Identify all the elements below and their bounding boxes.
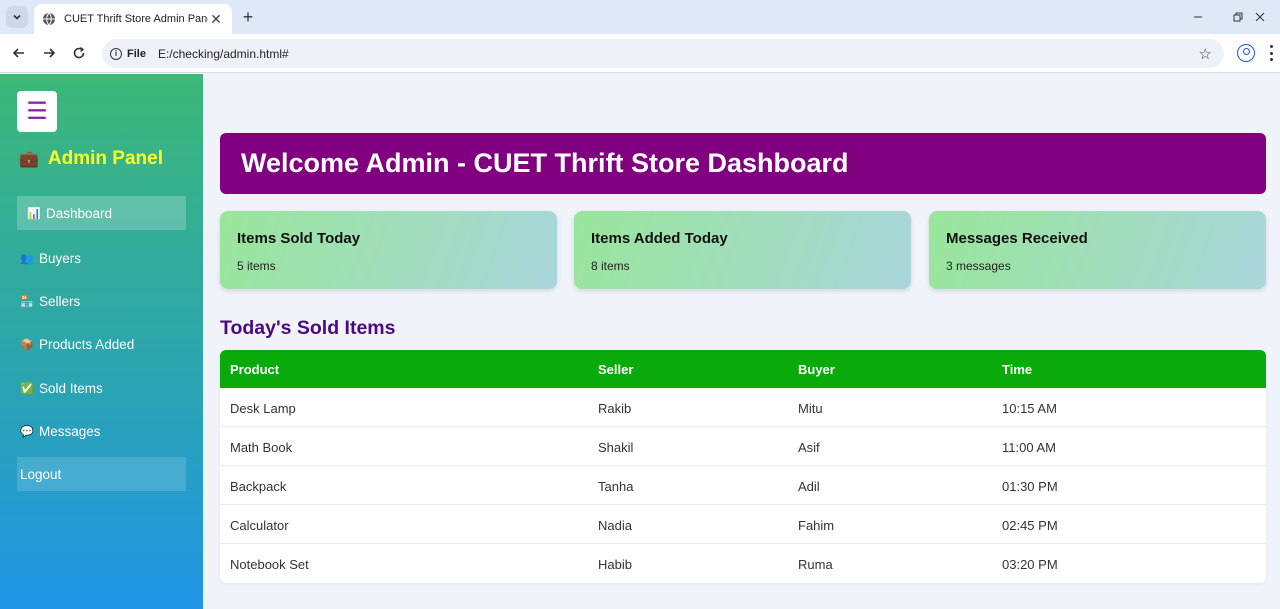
table-row: Notebook Set Habib Ruma 03:20 PM	[220, 544, 1266, 583]
cell-seller: Tanha	[598, 479, 634, 494]
table-header: Product Seller Buyer Time	[220, 350, 1266, 388]
sidebar-item-label: Buyers	[39, 250, 82, 266]
forward-button[interactable]	[38, 42, 60, 64]
cell-time: 02:45 PM	[1002, 518, 1058, 533]
info-icon[interactable]: i	[110, 47, 122, 60]
cell-product: Notebook Set	[230, 557, 309, 572]
stat-card-items-added: Items Added Today 8 items	[574, 211, 911, 289]
cell-buyer: Ruma	[798, 557, 833, 572]
column-header-time: Time	[1002, 362, 1033, 377]
column-header-buyer: Buyer	[798, 362, 835, 377]
brand-title: Admin Panel	[47, 148, 163, 169]
address-bar[interactable]: i File E:/checking/admin.html# ☆	[102, 39, 1224, 68]
chart-icon: 📊	[27, 207, 41, 220]
back-button[interactable]	[8, 42, 30, 64]
sidebar-item-sellers[interactable]: 🏪 Sellers	[17, 284, 186, 318]
sold-items-table: Product Seller Buyer Time Desk Lamp Raki…	[220, 350, 1266, 583]
welcome-banner: Welcome Admin - CUET Thrift Store Dashbo…	[220, 133, 1266, 194]
cell-time: 03:20 PM	[1002, 557, 1058, 572]
table-row: Backpack Tanha Adil 01:30 PM	[220, 466, 1266, 505]
sidebar-item-messages[interactable]: 💬 Messages	[17, 414, 186, 448]
sidebar-item-label: Products Added	[39, 336, 135, 352]
users-icon: 👥	[20, 252, 34, 265]
card-title: Messages Received	[946, 230, 1088, 247]
card-title: Items Sold Today	[237, 230, 361, 247]
sidebar-item-label: Sold Items	[39, 380, 103, 396]
card-title: Items Added Today	[591, 230, 728, 247]
cell-product: Backpack	[230, 479, 287, 494]
cell-product: Desk Lamp	[230, 401, 296, 416]
cell-seller: Nadia	[598, 518, 632, 533]
card-value: 5 items	[237, 259, 276, 273]
sidebar-item-label: Logout	[20, 466, 62, 482]
minimize-icon	[1194, 16, 1202, 18]
section-title: Today's Sold Items	[220, 317, 396, 339]
speech-bubble-icon: 💬	[20, 425, 34, 438]
browser-toolbar: i File E:/checking/admin.html# ☆	[0, 34, 1280, 73]
sidebar: ☰ 💼 Admin Panel 📊 Dashboard 👥 Buyers 🏪 S…	[0, 74, 203, 609]
card-value: 8 items	[591, 259, 630, 273]
close-icon	[1255, 12, 1265, 22]
column-header-seller: Seller	[598, 362, 634, 377]
globe-icon	[43, 12, 55, 26]
cell-seller: Habib	[598, 557, 632, 572]
sidebar-item-label: Sellers	[39, 293, 81, 309]
reload-icon	[73, 46, 85, 59]
store-icon: 🏪	[20, 295, 34, 308]
table-row: Desk Lamp Rakib Mitu 10:15 AM	[220, 388, 1266, 427]
sidebar-item-logout[interactable]: Logout	[17, 457, 186, 491]
stat-card-items-sold: Items Sold Today 5 items	[220, 211, 557, 289]
sidebar-item-label: Messages	[39, 423, 101, 439]
sidebar-item-products-added[interactable]: 📦 Products Added	[17, 327, 186, 361]
sidebar-item-dashboard[interactable]: 📊 Dashboard	[17, 196, 186, 230]
close-tab-icon[interactable]: ✕	[208, 11, 224, 28]
sidebar-item-label: Dashboard	[46, 205, 113, 221]
check-icon: ✅	[20, 382, 34, 395]
minimize-button[interactable]	[1178, 0, 1218, 34]
tab-title: CUET Thrift Store Admin Panel	[64, 13, 208, 25]
chevron-down-icon	[13, 14, 21, 20]
sidebar-item-sold-items[interactable]: ✅ Sold Items	[17, 371, 186, 405]
cell-buyer: Mitu	[798, 401, 823, 416]
profile-icon[interactable]	[1237, 44, 1255, 62]
cell-seller: Shakil	[598, 440, 634, 455]
bookmark-star-icon[interactable]: ☆	[1199, 45, 1212, 63]
briefcase-icon: 💼	[19, 151, 39, 168]
hamburger-button[interactable]: ☰	[17, 91, 57, 132]
back-arrow-icon	[12, 48, 24, 58]
browser-tab[interactable]: CUET Thrift Store Admin Panel ✕	[34, 4, 232, 34]
tab-search-button[interactable]	[6, 6, 28, 28]
cell-product: Calculator	[230, 518, 289, 533]
page-title: Welcome Admin - CUET Thrift Store Dashbo…	[241, 148, 849, 178]
url-scheme: File	[127, 47, 146, 60]
package-icon: 📦	[20, 338, 34, 351]
close-window-button[interactable]	[1240, 0, 1280, 34]
url-text[interactable]: E:/checking/admin.html#	[158, 47, 289, 61]
cell-seller: Rakib	[598, 401, 632, 416]
table-row: Math Book Shakil Asif 11:00 AM	[220, 427, 1266, 466]
new-tab-button[interactable]: +	[238, 7, 258, 27]
cell-buyer: Asif	[798, 440, 820, 455]
cell-time: 11:00 AM	[1002, 440, 1056, 455]
card-value: 3 messages	[946, 259, 1011, 273]
stat-card-messages: Messages Received 3 messages	[929, 211, 1266, 289]
menu-kebab-icon[interactable]	[1270, 45, 1274, 61]
cell-time: 10:15 AM	[1002, 401, 1057, 416]
cell-buyer: Fahim	[798, 518, 835, 533]
cell-buyer: Adil	[798, 479, 820, 494]
column-header-product: Product	[230, 362, 280, 377]
forward-arrow-icon	[44, 48, 56, 58]
table-row: Calculator Nadia Fahim 02:45 PM	[220, 505, 1266, 544]
brand: 💼 Admin Panel	[19, 148, 163, 170]
sidebar-item-buyers[interactable]: 👥 Buyers	[17, 241, 186, 275]
reload-button[interactable]	[68, 42, 90, 64]
cell-time: 01:30 PM	[1002, 479, 1058, 494]
browser-tab-strip: CUET Thrift Store Admin Panel ✕ +	[0, 0, 1280, 34]
cell-product: Math Book	[230, 440, 293, 455]
